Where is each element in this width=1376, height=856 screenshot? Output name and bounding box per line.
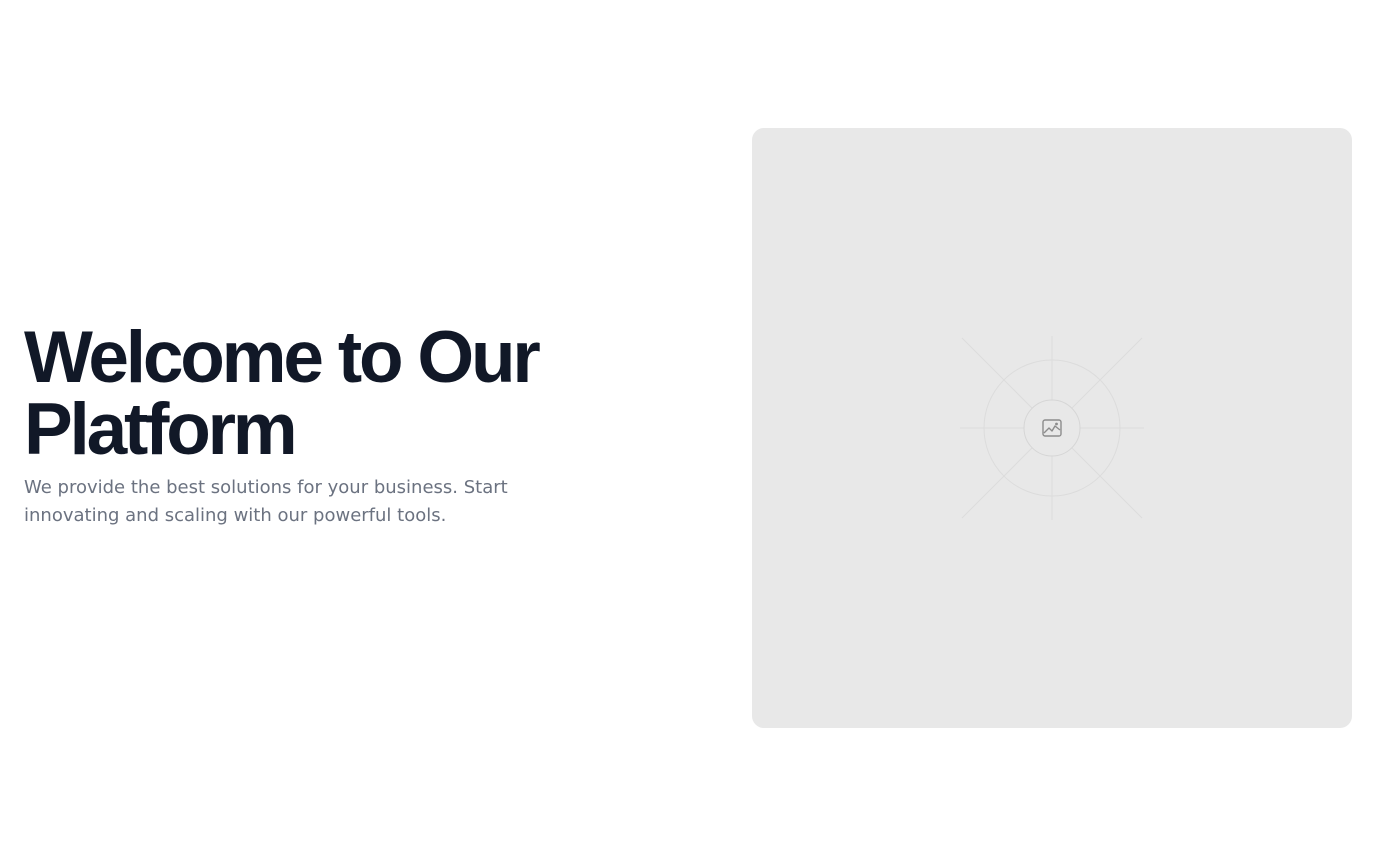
hero-title-line-2: Platform [24, 389, 298, 470]
hero-image-placeholder [752, 128, 1352, 728]
image-icon [1042, 419, 1062, 437]
hero-title-line-1: Welcome to Our [24, 317, 541, 398]
hero-text: Welcome to Our Platform We provide the b… [24, 321, 644, 530]
hero-subtitle: We provide the best solutions for your b… [24, 477, 508, 526]
page: Welcome to Our Platform We provide the b… [0, 0, 1376, 856]
hero-title: Welcome to Our Platform [24, 321, 644, 466]
